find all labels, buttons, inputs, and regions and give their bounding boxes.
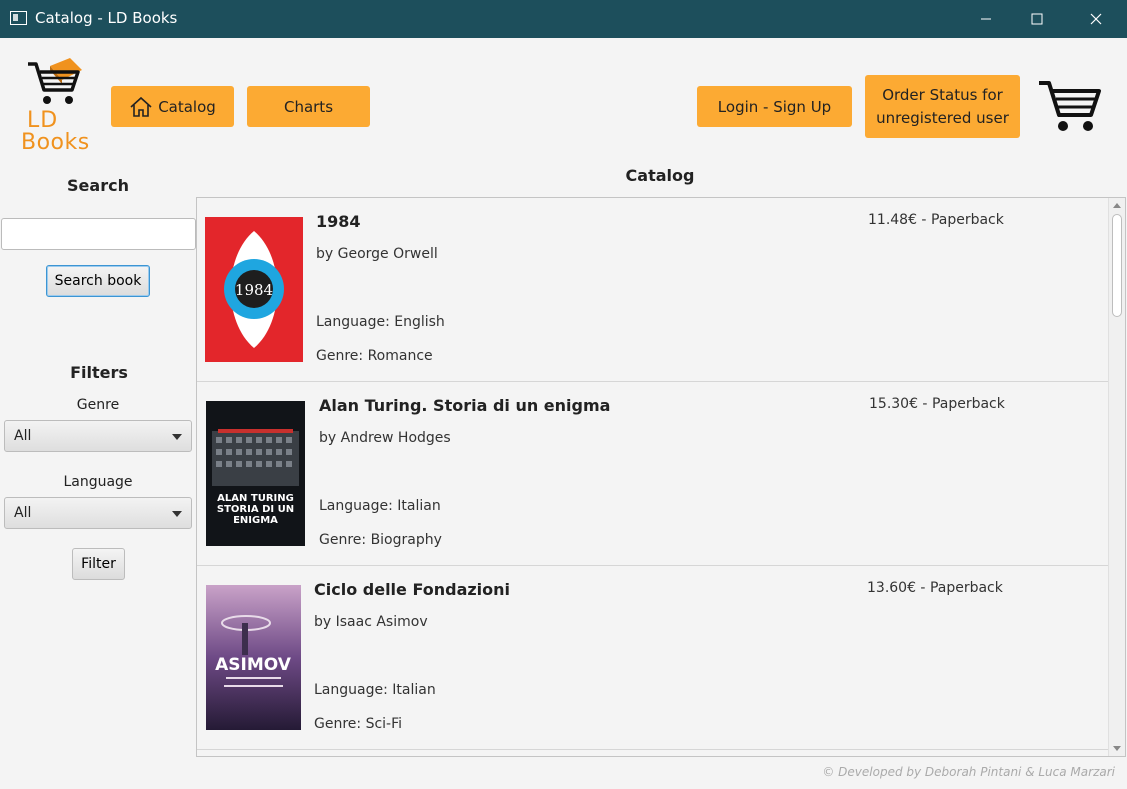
minimize-icon (981, 18, 991, 20)
book-author: by Andrew Hodges (319, 430, 451, 446)
book-author: by George Orwell (316, 246, 438, 262)
order-status-line1: Order Status for (882, 85, 1003, 104)
book-card[interactable]: 1984 1984 by George Orwell Language: Eng… (197, 198, 1109, 382)
chevron-down-icon (172, 434, 182, 440)
footer-credits: © Developed by Deborah Pintani & Luca Ma… (822, 765, 1115, 779)
ld-books-logo[interactable]: LD Books (16, 52, 98, 156)
catalog-nav-button[interactable]: Catalog (111, 86, 234, 127)
search-heading: Search (67, 176, 129, 195)
maximize-button[interactable] (1013, 0, 1061, 38)
book-card[interactable]: ASIMOV Ciclo delle Fondazioni by Isaac A… (197, 566, 1109, 750)
cover-title-text: ALAN TURING STORIA DI UN ENIGMA (216, 493, 295, 526)
maximize-icon (1031, 13, 1043, 25)
book-cover-image[interactable]: ASIMOV (206, 585, 301, 730)
scrollbar-thumb[interactable] (1112, 214, 1122, 317)
book-price: 11.48€ - Paperback (868, 212, 1004, 228)
app-window-icon (10, 11, 27, 25)
filters-heading: Filters (70, 363, 128, 382)
window-title: Catalog - LD Books (35, 9, 178, 27)
book-genre: Genre: Biography (319, 532, 442, 548)
language-select-value: All (14, 505, 32, 521)
book-list[interactable]: 1984 1984 by George Orwell Language: Eng… (196, 197, 1126, 757)
vertical-scrollbar[interactable] (1108, 198, 1125, 756)
book-title: Ciclo delle Fondazioni (314, 580, 511, 599)
charts-nav-button[interactable]: Charts (247, 86, 370, 127)
order-status-line2: unregistered user (876, 108, 1009, 127)
language-label: Language (63, 474, 133, 490)
close-icon (1090, 13, 1102, 25)
book-title: Alan Turing. Storia di un enigma (319, 396, 611, 415)
filter-button[interactable]: Filter (72, 548, 125, 580)
book-genre: Genre: Sci-Fi (314, 716, 403, 732)
scroll-up-arrow-icon[interactable] (1113, 203, 1121, 208)
shopping-cart-icon (1039, 81, 1101, 131)
cart-button[interactable] (1037, 77, 1103, 135)
search-input[interactable] (1, 218, 196, 250)
logo-text-books: Books (21, 130, 90, 155)
scroll-down-arrow-icon[interactable] (1113, 746, 1121, 751)
book-author: by Isaac Asimov (314, 614, 428, 630)
book-language: Language: Italian (319, 498, 441, 514)
login-signup-button[interactable]: Login - Sign Up (697, 86, 852, 127)
genre-select[interactable]: All (4, 420, 192, 452)
book-price: 15.30€ - Paperback (869, 396, 1005, 412)
catalog-heading: Catalog (625, 166, 695, 185)
logo-cart-icon (28, 58, 82, 104)
window-titlebar: Catalog - LD Books (0, 0, 1127, 38)
book-card[interactable]: ALAN TURING STORIA DI UN ENIGMA Alan Tur… (197, 382, 1109, 566)
home-icon (130, 96, 152, 117)
cover-title-text: 1984 (235, 281, 273, 299)
book-cover-image[interactable]: ALAN TURING STORIA DI UN ENIGMA (206, 401, 305, 546)
cover-title-text: ASIMOV (215, 655, 292, 675)
minimize-button[interactable] (962, 0, 1010, 38)
book-title: 1984 (316, 212, 361, 231)
language-select[interactable]: All (4, 497, 192, 529)
book-cover-image[interactable]: 1984 (205, 217, 303, 362)
close-button[interactable] (1072, 0, 1120, 38)
genre-select-value: All (14, 428, 32, 444)
genre-label: Genre (76, 397, 120, 413)
chevron-down-icon (172, 511, 182, 517)
book-language: Language: English (316, 314, 445, 330)
catalog-nav-label: Catalog (158, 97, 216, 116)
search-book-button[interactable]: Search book (46, 265, 150, 297)
book-price: 13.60€ - Paperback (867, 580, 1003, 596)
order-status-button[interactable]: Order Status for unregistered user (865, 75, 1020, 138)
book-language: Language: Italian (314, 682, 436, 698)
book-genre: Genre: Romance (316, 348, 433, 364)
